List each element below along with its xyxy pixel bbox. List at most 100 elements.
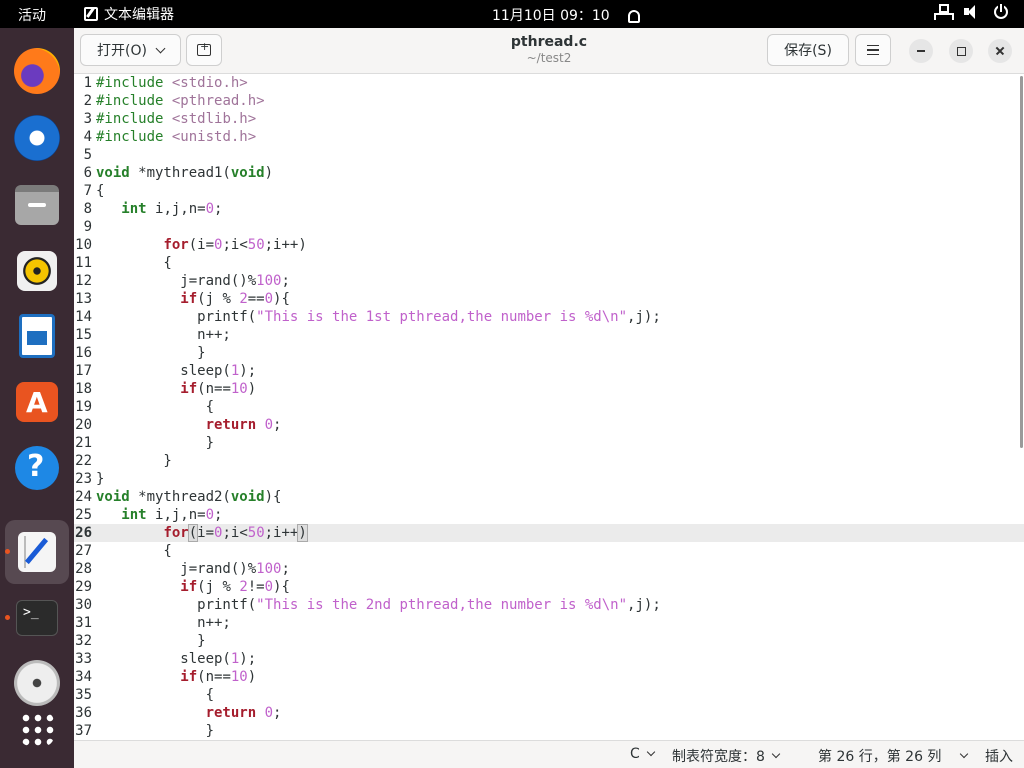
line-number: 10 <box>75 237 92 253</box>
code-line[interactable]: 15 n++; <box>74 326 1024 344</box>
code-line[interactable]: 37 } <box>74 722 1024 740</box>
cursor-position-label: 第 26 行，第 26 列 <box>818 749 942 765</box>
code-line[interactable]: 30 printf("This is the 2nd pthread,the n… <box>74 596 1024 614</box>
line-text: } <box>96 723 215 739</box>
code-line[interactable]: 1 #include <stdio.h> <box>74 74 1024 92</box>
code-line[interactable]: 27 { <box>74 542 1024 560</box>
line-number: 19 <box>75 399 92 415</box>
line-number: 16 <box>75 345 92 361</box>
disc-icon[interactable] <box>14 660 60 706</box>
minimize-button[interactable] <box>909 39 933 63</box>
code-line[interactable]: 24 void *mythread2(void){ <box>74 488 1024 506</box>
code-line[interactable]: 10 for(i=0;i<50;i++) <box>74 236 1024 254</box>
cursor-position[interactable]: 第 26 行，第 26 列 <box>818 746 969 766</box>
status-bar: C 制表符宽度：8 第 26 行，第 26 列 插入 <box>74 740 1024 768</box>
code-line[interactable]: 14 printf("This is the 1st pthread,the n… <box>74 308 1024 326</box>
clock-menu[interactable]: 11月10日 09：10 <box>492 5 640 25</box>
code-line[interactable]: 23} <box>74 470 1024 488</box>
line-number: 35 <box>75 687 92 703</box>
code-line[interactable]: 33 sleep(1); <box>74 650 1024 668</box>
line-number: 23 <box>75 471 92 487</box>
hamburger-icon <box>867 44 879 47</box>
code-line[interactable]: 35 { <box>74 686 1024 704</box>
line-text: { <box>96 183 105 199</box>
code-line[interactable]: 19 { <box>74 398 1024 416</box>
line-text: #include <unistd.h> <box>96 129 257 145</box>
code-line[interactable]: 16 } <box>74 344 1024 362</box>
open-button[interactable]: 打开(O) <box>80 34 181 66</box>
chevron-down-icon <box>771 749 781 759</box>
network-icon <box>934 4 954 20</box>
line-text: n++; <box>96 615 231 631</box>
save-button[interactable]: 保存(S) <box>767 34 849 66</box>
maximize-button[interactable] <box>949 39 973 63</box>
insert-mode[interactable]: 插入 <box>985 746 1013 766</box>
code-line[interactable]: 34 if(n==10) <box>74 668 1024 686</box>
line-text: for(i=0;i<50;i++) <box>163 524 308 542</box>
code-line[interactable]: 31 n++; <box>74 614 1024 632</box>
code-line[interactable]: 7{ <box>74 182 1024 200</box>
dock <box>0 28 74 768</box>
files-icon[interactable] <box>15 185 59 225</box>
line-text: n++; <box>96 327 231 343</box>
line-number: 33 <box>75 651 92 667</box>
line-number: 36 <box>75 705 92 721</box>
chevron-down-icon <box>155 43 166 53</box>
chevron-down-icon <box>960 749 969 759</box>
line-number: 14 <box>75 309 92 325</box>
line-text: printf("This is the 2nd pthread,the numb… <box>96 597 661 613</box>
help-icon[interactable] <box>15 446 59 490</box>
line-number: 28 <box>75 561 92 577</box>
code-line[interactable]: 5 <box>74 146 1024 164</box>
code-line[interactable]: 25 int i,j,n=0; <box>74 506 1024 524</box>
code-line[interactable]: 17 sleep(1); <box>74 362 1024 380</box>
code-line[interactable]: 2 #include <pthread.h> <box>74 92 1024 110</box>
code-line[interactable]: 11 { <box>74 254 1024 272</box>
thunderbird-icon[interactable] <box>14 115 60 161</box>
code-line[interactable]: 32 } <box>74 632 1024 650</box>
tab-width-selector[interactable]: 制表符宽度：8 <box>672 746 781 766</box>
code-line[interactable]: 9 <box>74 218 1024 236</box>
app-menu[interactable]: 文本编辑器 <box>84 4 174 24</box>
system-tray[interactable] <box>934 4 1008 20</box>
code-line[interactable]: 21 } <box>74 434 1024 452</box>
language-selector[interactable]: C <box>630 746 656 762</box>
line-text: } <box>96 633 206 649</box>
text-editor-icon[interactable] <box>18 532 56 572</box>
code-line[interactable]: 8 int i,j,n=0; <box>74 200 1024 218</box>
line-number: 20 <box>75 417 92 433</box>
code-line[interactable]: 20 return 0; <box>74 416 1024 434</box>
code-line[interactable]: 36 return 0; <box>74 704 1024 722</box>
line-text: #include <stdlib.h> <box>96 111 257 127</box>
show-apps-icon[interactable] <box>20 712 54 746</box>
line-number: 34 <box>75 669 92 685</box>
code-line[interactable]: 18 if(n==10) <box>74 380 1024 398</box>
line-text: printf("This is the 1st pthread,the numb… <box>96 309 661 325</box>
code-line[interactable]: 29 if(j % 2!=0){ <box>74 578 1024 596</box>
terminal-icon[interactable] <box>16 600 58 636</box>
libreoffice-writer-icon[interactable] <box>19 314 55 358</box>
line-number: 4 <box>83 129 92 145</box>
line-text: void *mythread1(void) <box>96 165 274 181</box>
code-line[interactable]: 3 #include <stdlib.h> <box>74 110 1024 128</box>
app-store-icon[interactable] <box>16 382 58 422</box>
line-number: 7 <box>83 183 92 199</box>
code-editor[interactable]: 1 #include <stdio.h> 2 #include <pthread.h>… <box>74 74 1024 740</box>
firefox-icon[interactable] <box>14 48 60 94</box>
close-button[interactable] <box>988 39 1012 63</box>
code-line[interactable]: 6 void *mythread1(void) <box>74 164 1024 182</box>
code-line[interactable]: 12 j=rand()%100; <box>74 272 1024 290</box>
new-tab-button[interactable] <box>186 34 222 66</box>
line-number: 8 <box>83 201 92 217</box>
header-bar: 打开(O) pthread.c ~/test2 保存(S) <box>74 28 1024 74</box>
line-number: 30 <box>75 597 92 613</box>
code-line[interactable]: 28 j=rand()%100; <box>74 560 1024 578</box>
code-line[interactable]: 13 if(j % 2==0){ <box>74 290 1024 308</box>
running-indicator <box>5 615 10 620</box>
activities-button[interactable]: 活动 <box>18 5 46 25</box>
code-line[interactable]: 4 #include <unistd.h> <box>74 128 1024 146</box>
main-menu-button[interactable] <box>855 34 891 66</box>
code-line[interactable]: 22 } <box>74 452 1024 470</box>
rhythmbox-icon[interactable] <box>17 251 57 291</box>
code-line[interactable]: 26 for(i=0;i<50;i++) <box>74 524 1024 542</box>
